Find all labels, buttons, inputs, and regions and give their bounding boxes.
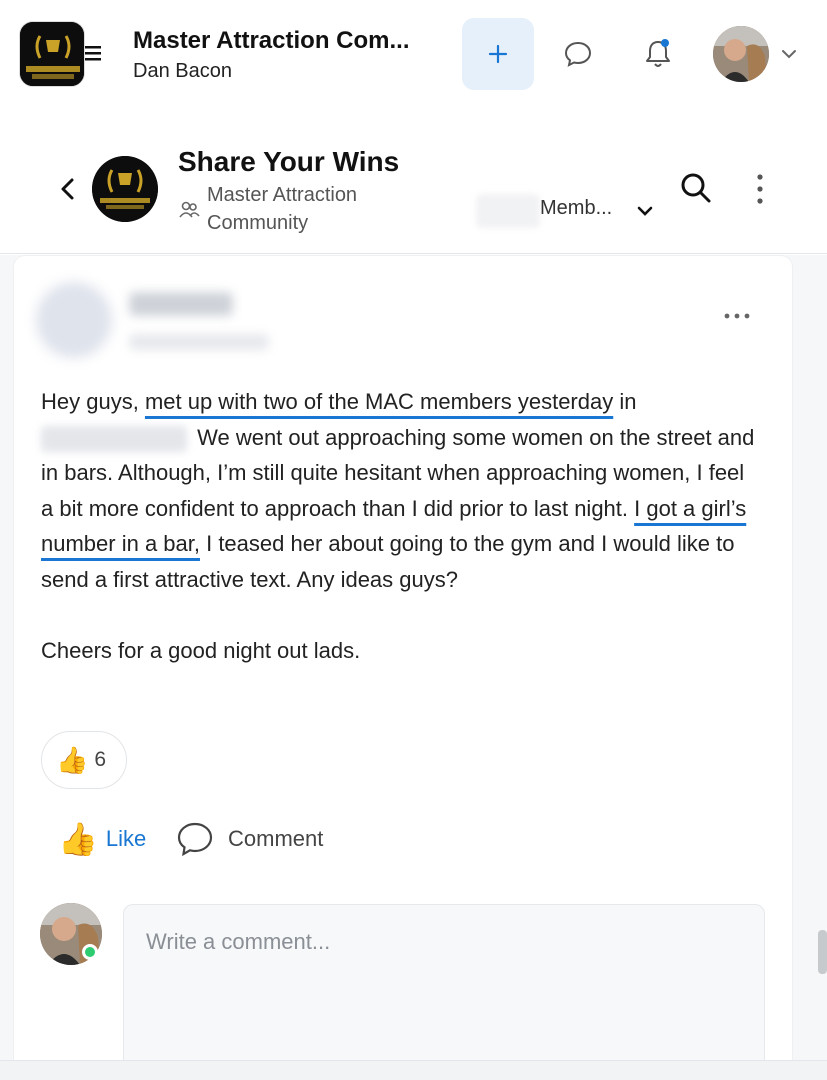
highlighted-text: met up with two of the MAC members yeste… — [144, 389, 614, 414]
messages-button[interactable] — [556, 34, 600, 74]
post-card: Hey guys, met up with two of the MAC mem… — [13, 255, 793, 1080]
scrollbar-thumb[interactable] — [818, 930, 827, 974]
community-members-icon — [179, 201, 200, 218]
hamburger-menu-icon[interactable] — [82, 42, 104, 64]
create-post-button[interactable] — [462, 18, 534, 90]
post-options-icon[interactable] — [722, 306, 752, 326]
top-app-bar: Master Attraction Com... Dan Bacon — [0, 0, 827, 108]
post-author-avatar-redacted — [36, 282, 112, 358]
comment-bubble-icon — [177, 822, 213, 857]
thumbs-up-icon: 👍 — [56, 745, 89, 775]
thumbs-up-icon: 👍 — [58, 821, 98, 857]
community-name-link[interactable]: Master Attraction Community — [207, 181, 407, 237]
chat-bubble-icon — [564, 41, 592, 67]
laurel-crest-icon — [20, 22, 84, 86]
community-logo[interactable] — [19, 21, 85, 87]
more-options-icon[interactable] — [752, 172, 768, 206]
post-paragraph: Cheers for a good night out lads. — [41, 637, 361, 663]
laurel-crest-icon — [92, 156, 158, 222]
members-dropdown[interactable]: Memb... — [540, 197, 612, 220]
bell-icon — [646, 39, 670, 67]
comment-input[interactable]: Write a comment... — [123, 904, 765, 1080]
feed: Hey guys, met up with two of the MAC mem… — [0, 255, 827, 1080]
post-author-name-redacted — [129, 292, 233, 316]
like-button[interactable]: 👍 Like — [58, 819, 146, 859]
like-label: Like — [105, 826, 147, 851]
post-timestamp-redacted — [129, 334, 269, 350]
comment-label: Comment — [228, 826, 324, 851]
reactions-summary[interactable]: 👍 6 — [41, 731, 127, 789]
location-redacted — [41, 425, 187, 452]
post-body: Hey guys, met up with two of the MAC mem… — [41, 384, 761, 668]
comment-button[interactable]: Comment — [176, 819, 323, 859]
bottom-edge — [0, 1060, 827, 1080]
group-title: Share Your Wins — [178, 146, 400, 177]
back-arrow-icon[interactable] — [56, 174, 80, 204]
reaction-count: 6 — [94, 748, 107, 771]
app-title[interactable]: Master Attraction Com... — [133, 27, 409, 55]
user-avatar[interactable] — [713, 26, 769, 82]
group-logo — [92, 156, 158, 222]
current-user-name: Dan Bacon — [133, 60, 232, 82]
group-header: Share Your Wins Master Attraction Commun… — [0, 108, 827, 254]
chevron-down-icon[interactable] — [779, 44, 799, 64]
plus-icon — [488, 44, 508, 64]
members-count-redacted — [476, 194, 540, 228]
post-paragraph: Hey guys, met up with two of the MAC mem… — [41, 389, 755, 592]
user-photo — [713, 26, 769, 82]
search-icon[interactable] — [678, 170, 714, 206]
notifications-button[interactable] — [636, 32, 680, 76]
chevron-down-icon[interactable] — [634, 200, 656, 222]
online-status-indicator — [82, 944, 98, 960]
